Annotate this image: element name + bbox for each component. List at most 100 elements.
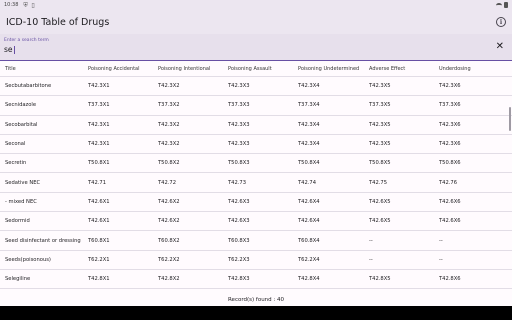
code-cell: T50.8X4: [298, 160, 320, 167]
code-cell: T37.3X3: [228, 102, 250, 109]
code-cell: T62.2X4: [298, 256, 320, 263]
column-header-underdosing[interactable]: Underdosing: [439, 62, 507, 76]
code-cell: T42.6X3: [228, 218, 250, 225]
column-header-title[interactable]: Title: [5, 62, 85, 76]
code-cell: T62.2X3: [228, 256, 250, 263]
column-header-poisoning-assault[interactable]: Poisoning Assault: [228, 62, 296, 76]
code-cell: T42.3X4: [298, 141, 320, 148]
table-row[interactable]: Seconal T42.3X1 T42.3X2 T42.3X3 T42.3X4 T42.3…: [0, 135, 512, 155]
code-cell: T42.3X2: [158, 83, 180, 90]
column-header-adverse-effect[interactable]: Adverse Effect: [369, 62, 437, 76]
table-row[interactable]: Secobarbital T42.3X1 T42.3X2 T42.3X3 T42.3X4…: [0, 116, 512, 135]
code-cell: T50.8X1: [88, 160, 110, 167]
code-cell: T42.6X6: [439, 218, 461, 225]
code-cell: T42.75: [369, 179, 388, 186]
drug-title-cell: - mixed NEC: [5, 198, 37, 205]
code-cell: T42.72: [158, 179, 177, 186]
code-cell: T42.8X2: [158, 276, 180, 283]
code-cell: T42.3X1: [88, 141, 110, 148]
battery-icon: [504, 2, 508, 8]
table-row[interactable]: Selegiline T42.8X1 T42.8X2 T42.8X3 T42.8X4 T4…: [0, 270, 512, 290]
drug-title-cell: Sedormid: [5, 218, 30, 225]
code-cell: T42.3X6: [439, 121, 461, 128]
drug-title-cell: Secnidazole: [5, 102, 37, 109]
code-cell: T42.3X1: [88, 83, 110, 90]
code-cell: T42.3X5: [369, 121, 391, 128]
column-header-poisoning-intentional[interactable]: Poisoning Intentional: [158, 62, 226, 76]
code-cell: T60.8X4: [298, 237, 320, 244]
code-cell: T42.6X4: [298, 198, 320, 205]
drug-title-cell: Selegiline: [5, 276, 31, 283]
table-row[interactable]: Sedative NEC T42.71 T42.72 T42.73 T42.74 T42.…: [0, 173, 512, 193]
status-bar: 10:38 ⛨ ▯: [0, 0, 512, 10]
code-cell: --: [439, 237, 443, 244]
code-cell: T42.3X5: [369, 83, 391, 90]
code-cell: T42.6X5: [369, 198, 391, 205]
code-cell: T50.8X2: [158, 160, 180, 167]
code-cell: T42.74: [298, 179, 317, 186]
table-row[interactable]: Secbutabarbitone T42.3X1 T42.3X2 T42.3X3 T42…: [0, 77, 512, 97]
code-cell: T42.3X1: [88, 121, 110, 128]
code-cell: --: [369, 237, 373, 244]
code-cell: T50.8X3: [228, 160, 250, 167]
code-cell: T37.3X1: [88, 102, 110, 109]
code-cell: T42.3X2: [158, 141, 180, 148]
search-value: se: [4, 45, 13, 54]
column-header-poisoning-undetermined[interactable]: Poisoning Undetermined: [298, 62, 366, 76]
code-cell: T60.8X1: [88, 237, 110, 244]
code-cell: T42.3X3: [228, 141, 250, 148]
records-count: Record(s) found : 40: [227, 297, 285, 303]
navigation-bar: [0, 306, 512, 320]
drug-title-cell: Seconal: [5, 141, 26, 148]
code-cell: T42.3X4: [298, 121, 320, 128]
code-cell: T42.8X1: [88, 276, 110, 283]
code-cell: T42.8X4: [298, 276, 320, 283]
code-cell: T37.3X5: [369, 102, 391, 109]
info-icon[interactable]: i: [496, 17, 506, 27]
clear-icon[interactable]: ✕: [496, 42, 504, 52]
code-cell: T42.3X3: [228, 83, 250, 90]
drug-title-cell: Seed disinfectant or dressing: [5, 237, 81, 244]
code-cell: T42.3X2: [158, 121, 180, 128]
sim-card-icon: ▯: [31, 1, 35, 9]
column-header-poisoning-accidental[interactable]: Poisoning Accidental: [88, 62, 156, 76]
text-cursor: [13, 46, 15, 54]
table-row[interactable]: Secnidazole T37.3X1 T37.3X2 T37.3X3 T37.3X4 T…: [0, 96, 512, 116]
code-cell: T37.3X4: [298, 102, 320, 109]
table-row[interactable]: Secretin T50.8X1 T50.8X2 T50.8X3 T50.8X4 T50.…: [0, 154, 512, 174]
drug-title-cell: Secretin: [5, 160, 27, 167]
code-cell: T42.8X3: [228, 276, 250, 283]
drug-title-cell: Secobarbital: [5, 121, 38, 128]
search-input[interactable]: se: [4, 45, 15, 54]
code-cell: T42.6X2: [158, 198, 180, 205]
code-cell: T42.6X6: [439, 198, 461, 205]
code-cell: T42.3X6: [439, 141, 461, 148]
code-cell: T37.3X2: [158, 102, 180, 109]
code-cell: T62.2X1: [88, 256, 110, 263]
code-cell: T42.6X5: [369, 218, 391, 225]
scrollbar[interactable]: [509, 107, 511, 131]
code-cell: T50.8X5: [369, 160, 391, 167]
code-cell: T42.3X5: [369, 141, 391, 148]
code-cell: T60.8X2: [158, 237, 180, 244]
app-title: ICD-10 Table of Drugs: [6, 16, 110, 28]
code-cell: T37.3X6: [439, 102, 461, 109]
code-cell: T42.3X6: [439, 83, 461, 90]
search-label: Enter a search term: [4, 38, 49, 43]
status-time: 10:38: [4, 2, 19, 8]
records-footer: Record(s) found : 40: [0, 294, 512, 306]
table-row[interactable]: - mixed NEC T42.6X1 T42.6X2 T42.6X3 T42.6X4 T…: [0, 193, 512, 213]
code-cell: T42.73: [228, 179, 247, 186]
table-row[interactable]: Seeds(poisonous) T62.2X1 T62.2X2 T62.2X3 T62…: [0, 251, 512, 270]
code-cell: T42.71: [88, 179, 107, 186]
table-row[interactable]: Seed disinfectant or dressing T60.8X1 T60.…: [0, 231, 512, 251]
code-cell: T60.8X3: [228, 237, 250, 244]
code-cell: --: [369, 256, 373, 263]
code-cell: T42.3X4: [298, 83, 320, 90]
code-cell: T42.6X2: [158, 218, 180, 225]
code-cell: T42.6X4: [298, 218, 320, 225]
code-cell: T42.6X1: [88, 198, 110, 205]
search-field[interactable]: Enter a search term se ✕: [0, 34, 512, 61]
table-row[interactable]: Sedormid T42.6X1 T42.6X2 T42.6X3 T42.6X4 T42.…: [0, 212, 512, 232]
code-cell: T42.6X3: [228, 198, 250, 205]
